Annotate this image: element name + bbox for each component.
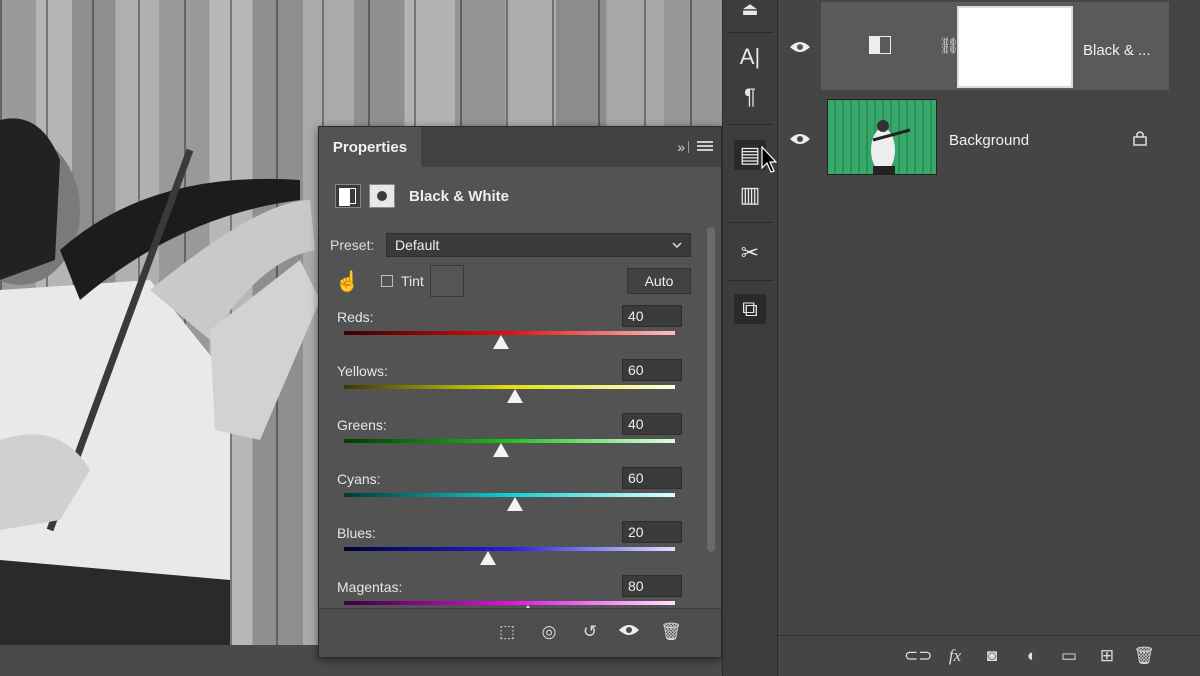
slider-thumb[interactable]	[492, 335, 509, 349]
layers-footer: ⊂⊃ fx ◙ ◐ ▭ ⊞ 🗑	[778, 635, 1200, 676]
layer-row-black-white[interactable]: ⛓ Black & ...	[790, 2, 1169, 90]
slider-value-field[interactable]: 60	[622, 359, 682, 381]
paragraph-icon[interactable]: ¶	[734, 82, 766, 112]
layer-row-background[interactable]: Background	[790, 94, 1169, 182]
dock-divider	[727, 32, 773, 33]
3d-icon[interactable]: ⧉	[734, 294, 766, 324]
tool-presets-icon[interactable]: ✂	[734, 238, 766, 268]
delete-layer-icon[interactable]: 🗑	[1133, 645, 1155, 667]
lock-icon[interactable]	[1133, 130, 1147, 146]
properties-footer: ⬚ ◎ ↺ 🗑	[319, 608, 721, 657]
slider-row: Yellows: 60	[337, 359, 682, 413]
dock-divider	[727, 124, 773, 125]
color-sliders: Reds: 40 Yellows: 60 Greens: 40 Cyans: 60 Blues:…	[319, 127, 721, 609]
slider-thumb[interactable]	[507, 497, 524, 511]
character-icon[interactable]: A|	[734, 42, 766, 72]
delete-icon[interactable]: 🗑	[659, 621, 683, 643]
slider-label: Greens:	[337, 417, 387, 433]
mouse-cursor-icon	[761, 146, 777, 173]
slider-row: Cyans: 60	[337, 467, 682, 521]
slider-row: Greens: 40	[337, 413, 682, 467]
slider-thumb[interactable]	[492, 443, 509, 457]
slider-track[interactable]	[344, 331, 675, 335]
slider-value-field[interactable]: 40	[622, 305, 682, 327]
slider-label: Blues:	[337, 525, 376, 541]
visibility-icon[interactable]	[617, 621, 641, 643]
reset-icon[interactable]: ↺	[578, 621, 602, 643]
fx-icon[interactable]: fx	[944, 645, 966, 667]
slider-value-field[interactable]: 40	[622, 413, 682, 435]
slider-value-field[interactable]: 20	[622, 521, 682, 543]
slider-track[interactable]	[344, 439, 675, 443]
layer-name[interactable]: Black & ...	[1083, 42, 1151, 59]
adjustment-layer-icon	[869, 36, 891, 54]
slider-label: Yellows:	[337, 363, 388, 379]
eye-icon[interactable]	[789, 40, 811, 54]
slider-label: Reds:	[337, 309, 374, 325]
new-fill-adjustment-icon[interactable]: ◐	[1021, 645, 1043, 667]
notes-icon[interactable]: ▥	[734, 180, 766, 210]
slider-row: Reds: 40	[337, 305, 682, 359]
layer-mask-thumbnail[interactable]	[957, 6, 1073, 88]
link-layers-icon[interactable]: ⊂⊃	[904, 645, 933, 667]
slider-value-field[interactable]: 60	[622, 467, 682, 489]
slider-thumb[interactable]	[479, 551, 496, 565]
dock-divider	[727, 222, 773, 223]
slider-track[interactable]	[344, 601, 675, 605]
slider-value-field[interactable]: 80	[622, 575, 682, 597]
new-group-icon[interactable]: ▭	[1058, 645, 1080, 667]
dock-divider	[727, 280, 773, 281]
new-layer-icon[interactable]: ⊞	[1096, 645, 1118, 667]
properties-scrollbar[interactable]	[707, 227, 715, 552]
background-layer-thumbnail[interactable]	[827, 99, 937, 175]
slider-track[interactable]	[344, 547, 675, 551]
slider-thumb[interactable]	[507, 389, 524, 403]
layers-panel: ⛓ Black & ... Background ⊂⊃ fx ◙ ◐ ▭ ⊞ 🗑	[778, 0, 1200, 676]
clip-to-layer-icon[interactable]: ⬚	[495, 621, 519, 643]
slider-row: Magentas: 80	[337, 575, 682, 609]
slider-label: Cyans:	[337, 471, 381, 487]
stamp-icon[interactable]: ⏏	[734, 0, 766, 24]
properties-panel: Properties » Black & White Preset: Defau…	[318, 126, 722, 658]
eye-icon[interactable]	[789, 132, 811, 146]
view-previous-icon[interactable]: ◎	[537, 621, 561, 643]
add-mask-icon[interactable]: ◙	[981, 645, 1003, 667]
panel-dock-strip: ⏏ A| ¶ ▤ ▥ ✂ ⧉	[722, 0, 778, 676]
slider-label: Magentas:	[337, 579, 403, 595]
slider-row: Blues: 20	[337, 521, 682, 575]
layer-name[interactable]: Background	[949, 132, 1029, 149]
